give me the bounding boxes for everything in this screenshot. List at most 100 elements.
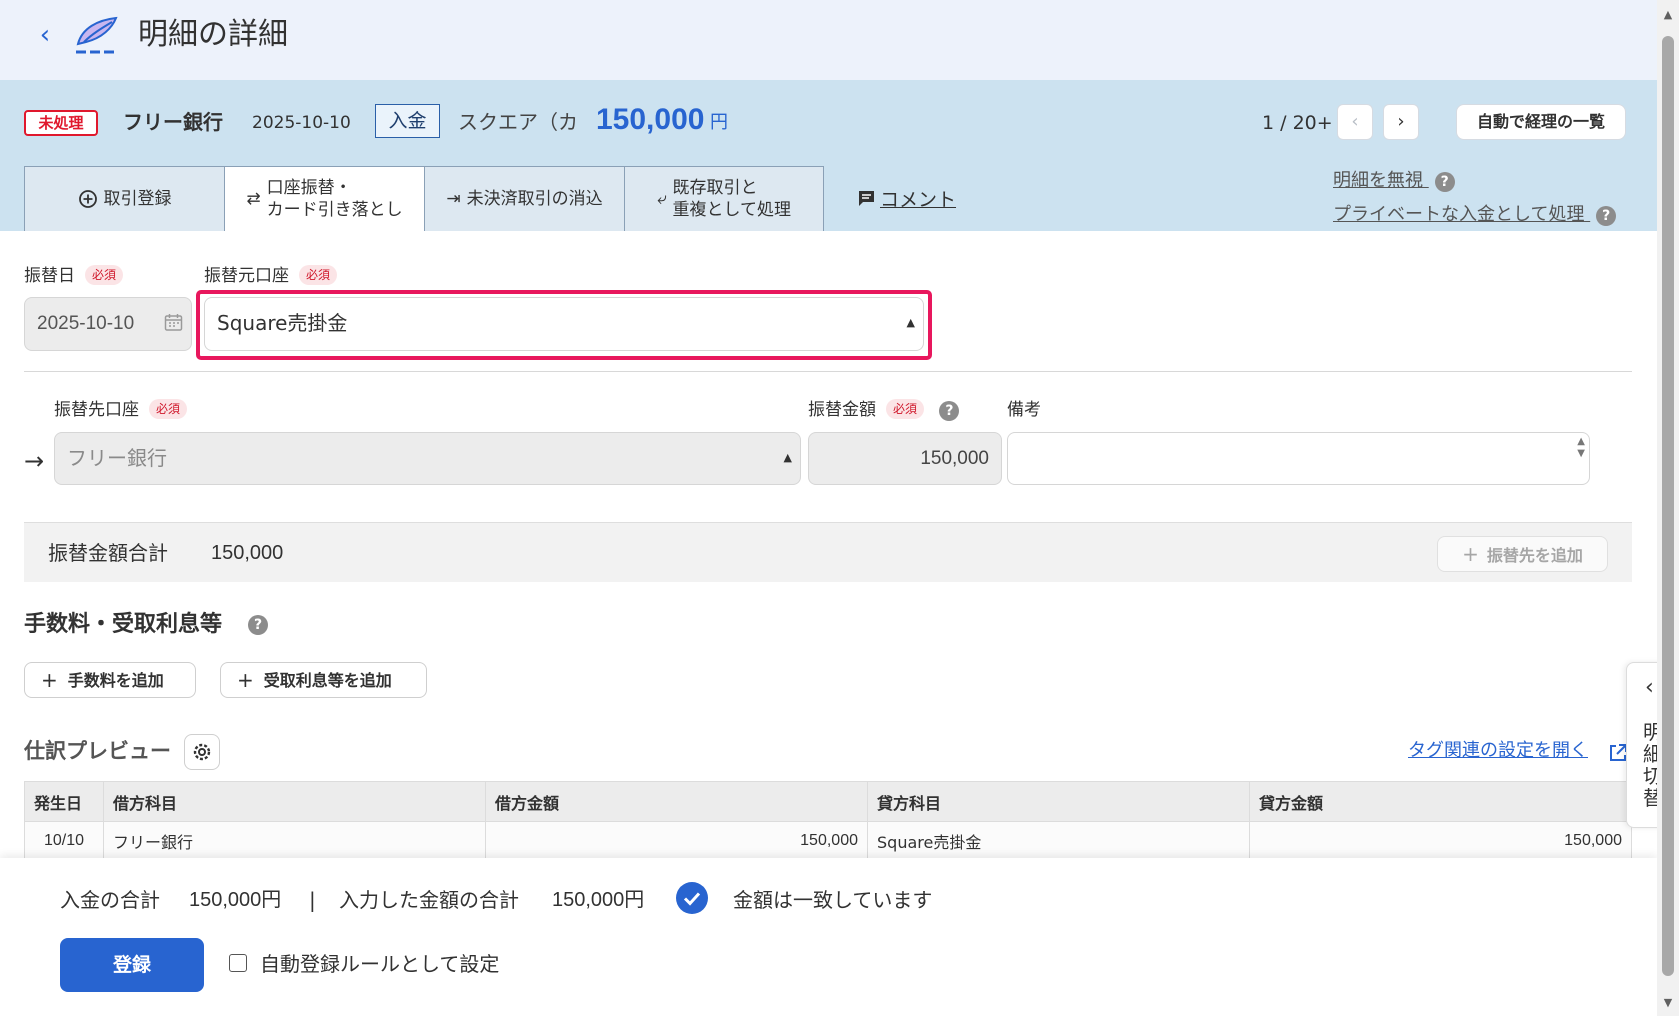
tab-label: 口座振替・ カード引き落とし	[267, 177, 403, 221]
tab-duplicate-existing[interactable]: ⤶ 既存取引と 重複として処理	[624, 166, 824, 231]
table-cell: フリー銀行	[103, 821, 486, 860]
auto-list-button[interactable]: 自動で経理の一覧	[1456, 104, 1626, 140]
label-text: 振替元口座	[204, 266, 289, 286]
check-circle-icon	[676, 882, 708, 914]
add-destination-button[interactable]: + 振替先を追加	[1437, 536, 1608, 572]
transfer-arrows-icon: ⇄	[246, 189, 261, 209]
comment-link[interactable]: コメント	[880, 186, 956, 214]
column-header: 発生日	[24, 781, 104, 822]
plus-circle-icon	[78, 190, 97, 208]
memo-label: 備考	[1007, 400, 1041, 420]
register-button[interactable]: 登録	[60, 938, 204, 992]
tab-register-transaction[interactable]: 取引登録	[24, 166, 225, 231]
label-text: 振替日	[24, 266, 75, 286]
calendar-icon[interactable]	[164, 313, 183, 332]
back-button[interactable]: ‹	[30, 20, 60, 50]
transfer-total-bar: 振替金額合計 150,000 + 振替先を追加	[24, 522, 1632, 582]
scroll-up-icon[interactable]: ▲	[1661, 8, 1675, 21]
comment-icon	[859, 191, 874, 206]
bank-name: フリー銀行	[123, 110, 223, 134]
highlight-box	[196, 290, 932, 360]
resize-handle-icon[interactable]: ▲ ▼	[1577, 436, 1585, 460]
chevron-left-icon: ‹	[1645, 675, 1654, 700]
transfer-total-label: 振替金額合計	[48, 541, 168, 565]
transfer-amount-label: 振替金額 必須 ?	[808, 398, 960, 422]
tab-label-line2: カード引き落とし	[266, 200, 403, 220]
table-cell: 10/10	[24, 821, 104, 860]
table-row: 10/10 フリー銀行 150,000 Square売掛金 150,000	[24, 821, 1632, 860]
add-interest-button[interactable]: + 受取利息等を追加	[220, 662, 427, 698]
dest-account-select[interactable]: フリー銀行 ▲	[54, 432, 801, 485]
memo-textarea[interactable]: ▲ ▼	[1007, 432, 1590, 485]
add-destination-label: 振替先を追加	[1486, 546, 1583, 565]
label-text: 振替金額	[808, 400, 876, 420]
page-scrollbar[interactable]: ▲ ▼	[1657, 0, 1679, 1016]
gear-icon	[193, 743, 211, 761]
required-badge: 必須	[85, 265, 124, 285]
tab-label-line1: 口座振替・	[266, 178, 352, 198]
tab-label: 未決済取引の消込	[466, 189, 603, 209]
required-badge: 必須	[299, 265, 338, 285]
ignore-statement-link[interactable]: 明細を無視 ?	[1333, 168, 1455, 194]
help-icon[interactable]: ?	[248, 615, 268, 635]
partner-name: スクエア（カ	[458, 110, 578, 134]
tab-label-line1: 既存取引と	[672, 178, 758, 198]
auto-rule-checkbox[interactable]	[229, 954, 247, 972]
select-arrow-icon: ▲	[783, 451, 792, 464]
plus-icon: +	[41, 668, 58, 692]
page-title: 明細の詳細	[138, 17, 288, 52]
transaction-date: 2025-10-10	[252, 113, 351, 133]
column-header: 借方金額	[485, 781, 868, 822]
table-cell: Square売掛金	[867, 821, 1250, 860]
status-badge: 未処理	[24, 110, 98, 136]
column-header: 借方科目	[103, 781, 486, 822]
table-cell: 150,000	[485, 821, 868, 860]
add-interest-label: 受取利息等を追加	[263, 671, 392, 690]
tab-settle-unpaid[interactable]: ⇥ 未決済取引の消込	[424, 166, 625, 231]
transfer-date-label: 振替日 必須	[24, 264, 124, 288]
preview-settings-button[interactable]	[184, 734, 220, 770]
ignore-link-label: 明細を無視	[1333, 170, 1423, 191]
transfer-amount-input[interactable]: 150,000	[808, 432, 1002, 485]
help-icon[interactable]: ?	[1596, 206, 1617, 226]
title-bar: ‹ 明細の詳細	[0, 0, 1657, 80]
dest-account-value: フリー銀行	[67, 446, 167, 470]
pager-count: 1 / 20+	[1262, 112, 1333, 134]
merge-arrows-icon: ⇥	[446, 189, 461, 209]
arrow-right-icon: →	[24, 447, 45, 475]
private-deposit-link[interactable]: プライベートな入金として処理 ?	[1333, 202, 1617, 228]
deposit-tag: 入金	[375, 104, 440, 138]
freee-logo-icon	[76, 16, 118, 54]
entered-total-label: 入力した金額の合計	[339, 888, 519, 912]
tab-label: 取引登録	[103, 189, 172, 209]
currency-unit: 円	[710, 112, 728, 133]
table-header-row: 発生日 借方科目 借方金額 貸方科目 貸方金額	[24, 781, 1632, 822]
required-badge: 必須	[886, 399, 925, 419]
plus-icon: +	[237, 668, 254, 692]
help-icon[interactable]: ?	[939, 401, 960, 421]
divider	[24, 371, 1632, 372]
journal-preview-title: 仕訳プレビュー	[24, 739, 171, 763]
tab-label: 既存取引と 重複として処理	[673, 177, 792, 221]
auto-rule-label[interactable]: 自動登録ルールとして設定	[260, 950, 499, 978]
tab-account-transfer[interactable]: ⇄ 口座振替・ カード引き落とし	[224, 166, 425, 231]
private-link-label: プライベートな入金として処理	[1333, 204, 1585, 225]
next-page-button[interactable]: ›	[1383, 104, 1419, 140]
help-icon[interactable]: ?	[1434, 172, 1455, 192]
add-fee-button[interactable]: + 手数料を追加	[24, 662, 196, 698]
prev-page-button[interactable]: ‹	[1337, 104, 1373, 140]
tag-settings-link[interactable]: タグ関連の設定を開く	[1408, 738, 1588, 764]
journal-preview-table: 発生日 借方科目 借方金額 貸方科目 貸方金額 10/10 フリー銀行 150,…	[24, 781, 1632, 860]
entered-total-value: 150,000円	[552, 889, 645, 911]
fees-section-title: 手数料・受取利息等	[24, 612, 223, 637]
label-text: 振替先口座	[54, 400, 139, 420]
scroll-down-icon[interactable]: ▼	[1661, 996, 1675, 1009]
external-link-icon	[1610, 744, 1627, 761]
separator: |	[309, 888, 316, 912]
shuffle-icon: ⤶	[656, 189, 667, 209]
column-header: 貸方金額	[1249, 781, 1632, 822]
tab-label-line2: 重複として処理	[672, 200, 792, 220]
scrollbar-thumb[interactable]	[1662, 36, 1674, 976]
plus-icon: +	[1462, 542, 1479, 566]
source-account-label: 振替元口座 必須	[204, 264, 338, 288]
